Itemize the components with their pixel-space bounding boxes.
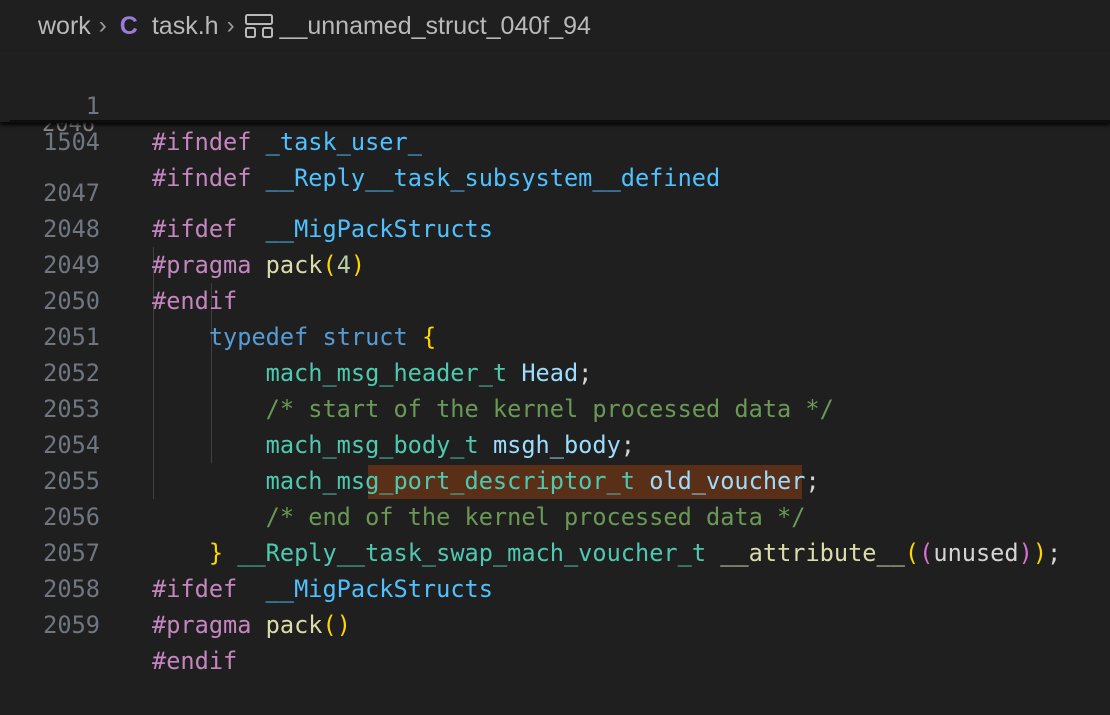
code-line[interactable]: 2058 #pragma pack()	[0, 535, 1110, 639]
paren: )	[336, 611, 351, 639]
line-number: 1504	[43, 128, 100, 156]
sticky-scroll-header[interactable]: 1 #ifndef _task_user_ 1504 #ifndef __Rep…	[0, 52, 1110, 192]
directive: #endif	[152, 647, 238, 675]
breadcrumb: work › C task.h › __unnamed_struct_040f_…	[0, 0, 1110, 52]
code-line[interactable]: 2057 #ifdef __MigPackStructs	[0, 499, 1110, 603]
code-line[interactable]: 2059 #endif	[0, 571, 1110, 675]
code-line[interactable]: 2049 #endif	[0, 211, 1110, 315]
struct-icon	[244, 14, 273, 38]
sticky-divider	[10, 120, 1110, 123]
chevron-right-icon: ›	[226, 12, 235, 39]
code-line[interactable]: 2056 } __Reply__task_swap_mach_voucher_t…	[0, 463, 1110, 567]
code-line[interactable]: 2053 mach_msg_body_t msgh_body;	[0, 355, 1110, 459]
directive: #pragma	[152, 611, 252, 639]
breadcrumb-symbol[interactable]: __unnamed_struct_040f_94	[280, 12, 591, 41]
breadcrumb-file[interactable]: task.h	[152, 12, 219, 41]
code-line[interactable]: 2055 /* end of the kernel processed data…	[0, 427, 1110, 531]
code-line[interactable]: 2054 mach_msg_port_descriptor_t old_vouc…	[0, 391, 1110, 495]
code-line[interactable]: 2052 /* start of the kernel processed da…	[0, 319, 1110, 423]
directive: #ifndef	[152, 128, 252, 156]
c-file-icon: C	[119, 11, 138, 40]
code-line[interactable]: 2051 mach_msg_header_t Head;	[0, 283, 1110, 387]
macro-name: __Reply__task_subsystem__defined	[265, 164, 721, 192]
function-name: pack	[265, 611, 323, 639]
code-line[interactable]: 2050 typedef struct {	[0, 247, 1110, 351]
line-number: 2059	[43, 611, 100, 639]
macro-name: _task_user_	[265, 128, 422, 156]
breadcrumb-folder[interactable]: work	[38, 12, 91, 41]
sticky-line[interactable]: 1504 #ifndef __Reply__task_subsystem__de…	[0, 88, 1110, 192]
directive: #ifndef	[152, 164, 252, 192]
sticky-line[interactable]: 1 #ifndef _task_user_	[0, 52, 1110, 156]
paren: (	[322, 611, 337, 639]
chevron-right-icon: ›	[98, 12, 107, 39]
